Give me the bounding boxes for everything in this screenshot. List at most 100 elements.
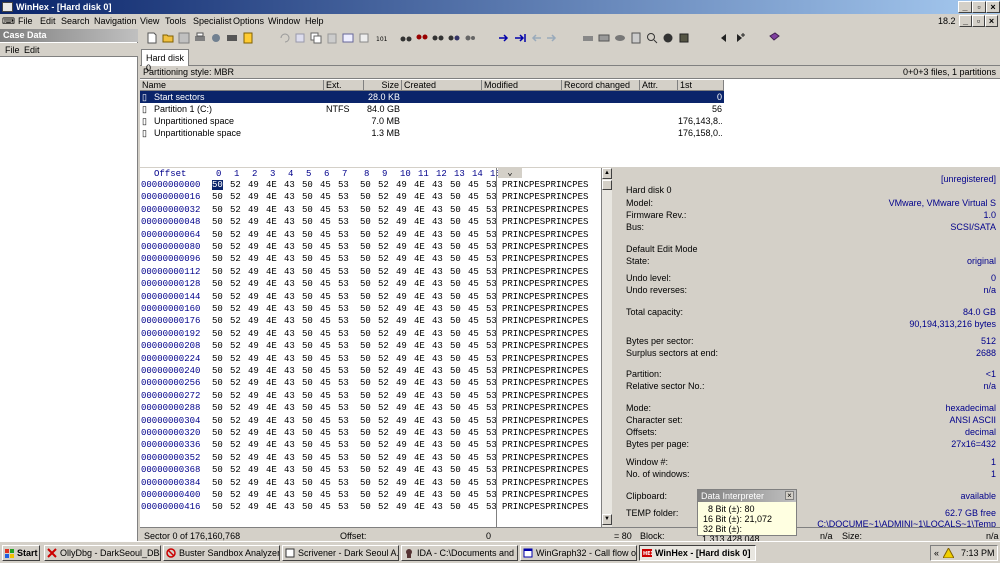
hex-byte[interactable]: 4E (266, 465, 277, 475)
hex-row[interactable]: 00000000336 50 52 49 4E 43 50 45 53 50 52 49 4E 43 50 4… (140, 440, 612, 452)
hex-byte[interactable]: 50 (212, 230, 223, 240)
menu-options[interactable]: Options (233, 16, 264, 26)
hex-byte[interactable]: 52 (378, 242, 389, 252)
case-menu-file[interactable]: File (5, 45, 20, 55)
task-ida[interactable]: IDA - C:\Documents and ... (401, 545, 518, 561)
hex-byte[interactable]: 53 (338, 366, 349, 376)
hex-byte[interactable]: 45 (468, 378, 479, 388)
hex-row[interactable]: 00000000352 50 52 49 4E 43 50 45 53 50 52 49 4E 43 50 4… (140, 453, 612, 465)
hex-byte[interactable]: 43 (284, 341, 295, 351)
hex-byte[interactable]: 50 (360, 354, 371, 364)
col-record-changed[interactable]: Record changed (562, 80, 640, 91)
hex-row[interactable]: 00000000032 50 52 49 4E 43 50 45 53 50 52 49 4E 43 50 4… (140, 205, 612, 217)
hex-row[interactable]: 00000000272 50 52 49 4E 43 50 45 53 50 52 49 4E 43 50 4… (140, 391, 612, 403)
hex-byte[interactable]: 52 (230, 453, 241, 463)
hex-byte[interactable]: 49 (396, 254, 407, 264)
hex-byte[interactable]: 45 (468, 354, 479, 364)
hex-byte[interactable]: 50 (212, 254, 223, 264)
hex-byte[interactable]: 50 (212, 242, 223, 252)
hex-byte[interactable]: 52 (230, 205, 241, 215)
hex-byte[interactable]: 52 (378, 180, 389, 190)
hex-byte[interactable]: 52 (378, 416, 389, 426)
hex-byte[interactable]: 4E (414, 192, 425, 202)
hex-byte[interactable]: 45 (468, 453, 479, 463)
hex-byte[interactable]: 4E (266, 192, 277, 202)
hex-byte[interactable]: 45 (468, 279, 479, 289)
hex-byte[interactable]: 43 (432, 465, 443, 475)
hex-byte[interactable]: 50 (302, 440, 313, 450)
hex-byte[interactable]: 50 (302, 478, 313, 488)
ascii-text[interactable]: PRINCPESPRINCPES (502, 478, 588, 488)
hex-byte[interactable]: 4E (414, 416, 425, 426)
hex-byte[interactable]: 50 (450, 465, 461, 475)
hex-byte[interactable]: 50 (302, 391, 313, 401)
hex-byte[interactable]: 45 (468, 341, 479, 351)
hex-byte[interactable]: 50 (302, 354, 313, 364)
hex-byte[interactable]: 50 (450, 192, 461, 202)
hex-byte[interactable]: 52 (230, 292, 241, 302)
hex-byte[interactable]: 4E (414, 279, 425, 289)
hex-byte[interactable]: 49 (248, 217, 259, 227)
hex-row[interactable]: 00000000288 50 52 49 4E 43 50 45 53 50 52 49 4E 43 50 4… (140, 403, 612, 415)
hex-byte[interactable]: 52 (230, 192, 241, 202)
hex-byte[interactable]: 4E (414, 453, 425, 463)
menu-window[interactable]: Window (268, 16, 300, 26)
hex-byte[interactable]: 52 (230, 366, 241, 376)
ascii-text[interactable]: PRINCPESPRINCPES (502, 354, 588, 364)
ascii-text[interactable]: PRINCPESPRINCPES (502, 428, 588, 438)
new-file-icon[interactable] (146, 32, 158, 44)
hex-byte[interactable]: 45 (320, 416, 331, 426)
hex-byte[interactable]: 49 (396, 242, 407, 252)
hex-byte[interactable]: 50 (302, 316, 313, 326)
hex-byte[interactable]: 50 (450, 242, 461, 252)
hex-byte[interactable]: 50 (302, 254, 313, 264)
ascii-text[interactable]: PRINCPESPRINCPES (502, 316, 588, 326)
hex-byte[interactable]: 43 (284, 316, 295, 326)
hex-byte[interactable]: 43 (284, 453, 295, 463)
hex-byte[interactable]: 43 (432, 304, 443, 314)
hex-byte[interactable]: 43 (284, 465, 295, 475)
hex-byte[interactable]: 49 (396, 378, 407, 388)
hex-byte[interactable]: 49 (248, 267, 259, 277)
hex-byte[interactable]: 43 (432, 416, 443, 426)
hex-byte[interactable]: 50 (302, 416, 313, 426)
hex-byte[interactable]: 4E (266, 217, 277, 227)
write-clipboard-icon[interactable] (358, 32, 370, 44)
hex-byte[interactable]: 49 (396, 205, 407, 215)
hex-byte[interactable]: 49 (396, 391, 407, 401)
hex-byte[interactable]: 50 (450, 440, 461, 450)
hex-byte[interactable]: 49 (248, 502, 259, 512)
hex-byte[interactable]: 4E (266, 329, 277, 339)
hex-byte[interactable]: 43 (284, 230, 295, 240)
hex-byte[interactable]: 52 (230, 180, 241, 190)
hex-byte[interactable]: 52 (378, 465, 389, 475)
hex-byte[interactable]: 45 (468, 230, 479, 240)
ascii-text[interactable]: PRINCPESPRINCPES (502, 440, 588, 450)
col-attr[interactable]: Attr. (640, 80, 678, 91)
hex-byte[interactable]: 4E (414, 217, 425, 227)
hex-byte[interactable]: 50 (212, 316, 223, 326)
hex-byte[interactable]: 45 (320, 378, 331, 388)
hex-row[interactable]: 00000000208 50 52 49 4E 43 50 45 53 50 52 49 4E 43 50 4… (140, 341, 612, 353)
hex-byte[interactable]: 45 (320, 192, 331, 202)
help-book-icon[interactable] (768, 32, 780, 44)
ascii-text[interactable]: PRINCPESPRINCPES (502, 279, 588, 289)
hex-byte[interactable]: 50 (360, 428, 371, 438)
hex-byte[interactable]: 50 (212, 341, 223, 351)
hex-byte[interactable]: 52 (230, 403, 241, 413)
hex-byte[interactable]: 53 (338, 329, 349, 339)
maximize-button[interactable]: ▫ (972, 1, 986, 13)
hex-byte[interactable]: 53 (338, 254, 349, 264)
hex-byte[interactable]: 45 (320, 490, 331, 500)
hex-byte[interactable]: 4E (414, 465, 425, 475)
hex-scrollbar[interactable]: ▲ ▼ (601, 168, 612, 527)
hex-byte[interactable]: 4E (414, 304, 425, 314)
hex-byte[interactable]: 4E (266, 205, 277, 215)
hex-byte[interactable]: 50 (360, 329, 371, 339)
hex-byte[interactable]: 49 (396, 440, 407, 450)
hex-byte[interactable]: 45 (320, 279, 331, 289)
hex-byte[interactable]: 50 (302, 279, 313, 289)
menu-tools[interactable]: Tools (165, 16, 186, 26)
hex-byte[interactable]: 45 (320, 329, 331, 339)
hex-byte[interactable]: 45 (320, 230, 331, 240)
